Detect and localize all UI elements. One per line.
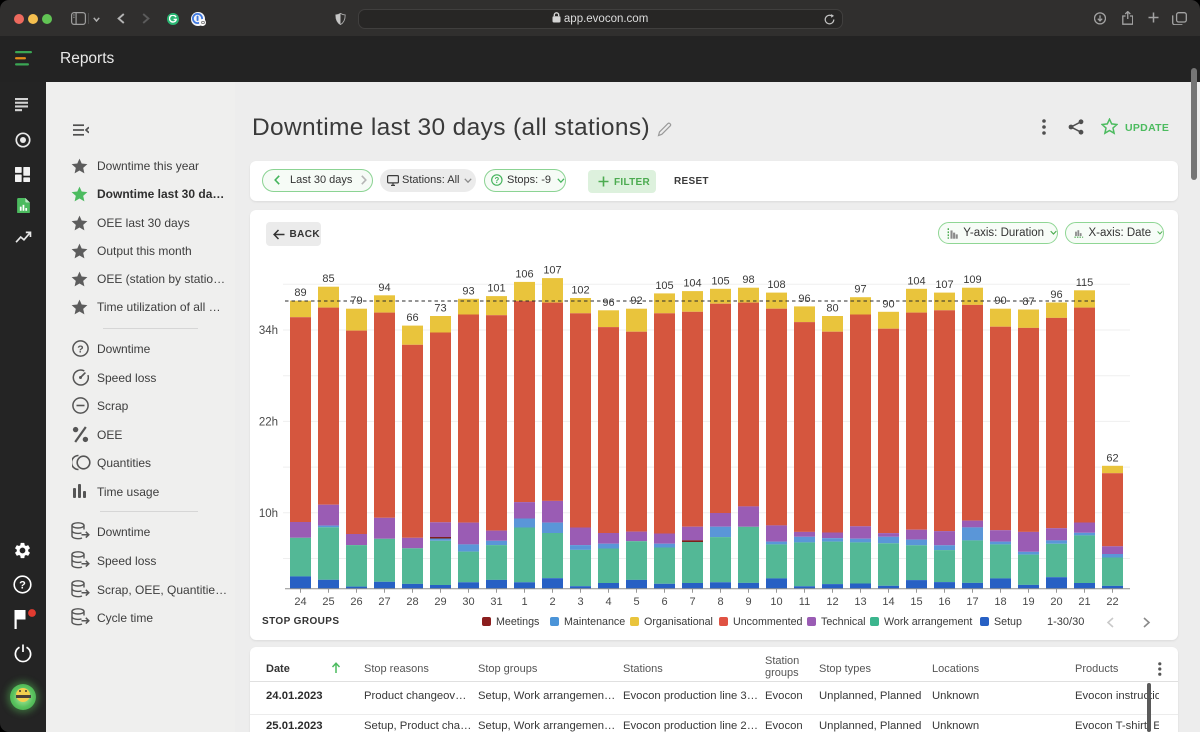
svg-text:107: 107 — [543, 265, 561, 277]
svg-text:94: 94 — [378, 282, 390, 294]
svg-text:17: 17 — [966, 596, 978, 608]
svg-text:31: 31 — [490, 596, 502, 608]
svg-text:29: 29 — [434, 596, 446, 608]
svg-text:20: 20 — [1050, 596, 1062, 608]
svg-text:22: 22 — [1106, 596, 1118, 608]
svg-text:109: 109 — [963, 274, 981, 286]
svg-text:21: 21 — [1078, 596, 1090, 608]
svg-text:22h: 22h — [259, 416, 278, 428]
svg-text:73: 73 — [434, 303, 446, 315]
svg-text:19: 19 — [1022, 596, 1034, 608]
svg-text:4: 4 — [605, 596, 611, 608]
svg-text:?: ? — [77, 343, 83, 355]
svg-text:25: 25 — [322, 596, 334, 608]
svg-text:62: 62 — [1106, 452, 1118, 464]
svg-text:90: 90 — [882, 298, 894, 310]
svg-text:6: 6 — [661, 596, 667, 608]
svg-text:104: 104 — [683, 278, 701, 290]
svg-text:93: 93 — [462, 285, 474, 297]
svg-text:27: 27 — [378, 596, 390, 608]
svg-text:?: ? — [19, 579, 26, 591]
svg-text:101: 101 — [487, 283, 505, 295]
svg-text:2: 2 — [549, 596, 555, 608]
svg-text:105: 105 — [655, 280, 673, 292]
svg-text:10h: 10h — [259, 508, 278, 520]
svg-text:28: 28 — [406, 596, 418, 608]
svg-text:8: 8 — [717, 596, 723, 608]
svg-text:96: 96 — [602, 297, 614, 309]
svg-text:10: 10 — [770, 596, 782, 608]
svg-text:30: 30 — [462, 596, 474, 608]
svg-text:106: 106 — [515, 268, 533, 280]
svg-text:34h: 34h — [259, 325, 278, 337]
svg-text:14: 14 — [882, 596, 894, 608]
svg-text:97: 97 — [854, 284, 866, 296]
svg-text:26: 26 — [350, 596, 362, 608]
svg-text:104: 104 — [907, 275, 925, 287]
svg-text:80: 80 — [826, 303, 838, 315]
svg-text:115: 115 — [1076, 277, 1094, 289]
svg-text:107: 107 — [935, 279, 953, 291]
svg-text:11: 11 — [799, 596, 810, 608]
svg-text:?: ? — [495, 176, 500, 185]
svg-text:3: 3 — [577, 596, 583, 608]
svg-text:7: 7 — [689, 596, 695, 608]
svg-text:85: 85 — [322, 273, 334, 285]
svg-text:5: 5 — [633, 596, 639, 608]
svg-text:102: 102 — [571, 285, 589, 297]
svg-text:87: 87 — [1022, 296, 1034, 308]
svg-text:96: 96 — [798, 293, 810, 305]
svg-text:16: 16 — [938, 596, 950, 608]
svg-text:108: 108 — [767, 279, 785, 291]
svg-text:98: 98 — [742, 274, 754, 286]
svg-text:66: 66 — [406, 312, 418, 324]
svg-text:9: 9 — [745, 596, 751, 608]
svg-text:1: 1 — [521, 596, 527, 608]
svg-text:12: 12 — [826, 596, 838, 608]
svg-text:18: 18 — [994, 596, 1006, 608]
svg-text:89: 89 — [294, 287, 306, 299]
svg-text:24: 24 — [294, 596, 306, 608]
svg-text:13: 13 — [854, 596, 866, 608]
svg-text:105: 105 — [711, 275, 729, 287]
svg-text:96: 96 — [1050, 289, 1062, 301]
svg-text:15: 15 — [910, 596, 922, 608]
